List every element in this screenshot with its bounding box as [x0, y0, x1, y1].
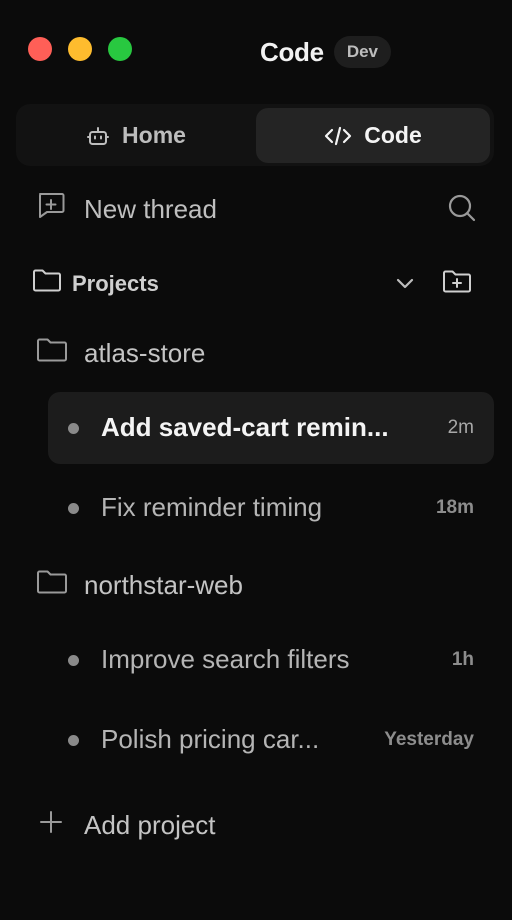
collapse-projects-button[interactable] — [390, 270, 420, 300]
code-icon — [324, 124, 352, 148]
thread-title: Add saved-cart remin... — [101, 412, 389, 442]
plus-icon — [38, 809, 64, 842]
search-icon — [447, 193, 477, 228]
thread-title: Polish pricing car... — [101, 724, 320, 754]
env-badge: Dev — [333, 36, 391, 68]
new-thread-button[interactable]: New thread — [36, 188, 217, 230]
thread-item[interactable]: Polish pricing car... Yesterday — [48, 704, 494, 776]
folder-icon — [36, 336, 68, 371]
project-atlas-store[interactable]: atlas-store — [36, 333, 205, 373]
new-project-folder-button[interactable] — [440, 266, 474, 302]
tab-code-label: Code — [364, 122, 422, 148]
thread-item[interactable]: Add saved-cart remin... 2m — [48, 392, 494, 464]
thread-time: Yesterday — [384, 729, 474, 750]
app-name: Code — [260, 36, 324, 67]
minimize-window-button[interactable] — [68, 37, 92, 61]
thread-time: 18m — [435, 497, 474, 518]
project-northstar-web[interactable]: northstar-web — [36, 565, 243, 605]
tab-home[interactable]: Home — [20, 108, 252, 163]
project-name: atlas-store — [84, 337, 206, 368]
folder-icon — [32, 268, 62, 300]
thread-status-dot — [68, 655, 79, 666]
thread-status-dot — [68, 423, 79, 434]
close-window-button[interactable] — [28, 37, 52, 61]
robot-icon — [86, 124, 110, 148]
projects-header: Projects — [32, 266, 159, 302]
project-name: northstar-web — [84, 569, 243, 600]
app-title: Code Dev — [260, 36, 391, 68]
thread-status-dot — [68, 735, 79, 746]
thread-status-dot — [68, 503, 79, 514]
tab-home-label: Home — [122, 122, 186, 148]
thread-item[interactable]: Fix reminder timing 18m — [48, 472, 494, 544]
thread-time: 1h — [451, 649, 474, 670]
add-project-button[interactable]: Add project — [38, 804, 216, 846]
thread-title: Improve search filters — [101, 644, 350, 674]
thread-item[interactable]: Improve search filters 1h — [48, 624, 494, 696]
folder-plus-icon — [442, 269, 472, 300]
thread-title: Fix reminder timing — [101, 492, 323, 522]
tab-code[interactable]: Code — [256, 108, 490, 163]
add-project-label: Add project — [84, 809, 216, 840]
tab-switcher: Home Code — [16, 104, 494, 166]
projects-label: Projects — [72, 271, 159, 296]
new-thread-label: New thread — [84, 193, 217, 224]
thread-time: 2m — [447, 417, 474, 438]
chevron-down-icon — [395, 276, 415, 295]
folder-icon — [36, 568, 68, 603]
zoom-window-button[interactable] — [108, 37, 132, 61]
search-button[interactable] — [444, 192, 480, 228]
new-thread-icon — [36, 190, 68, 229]
